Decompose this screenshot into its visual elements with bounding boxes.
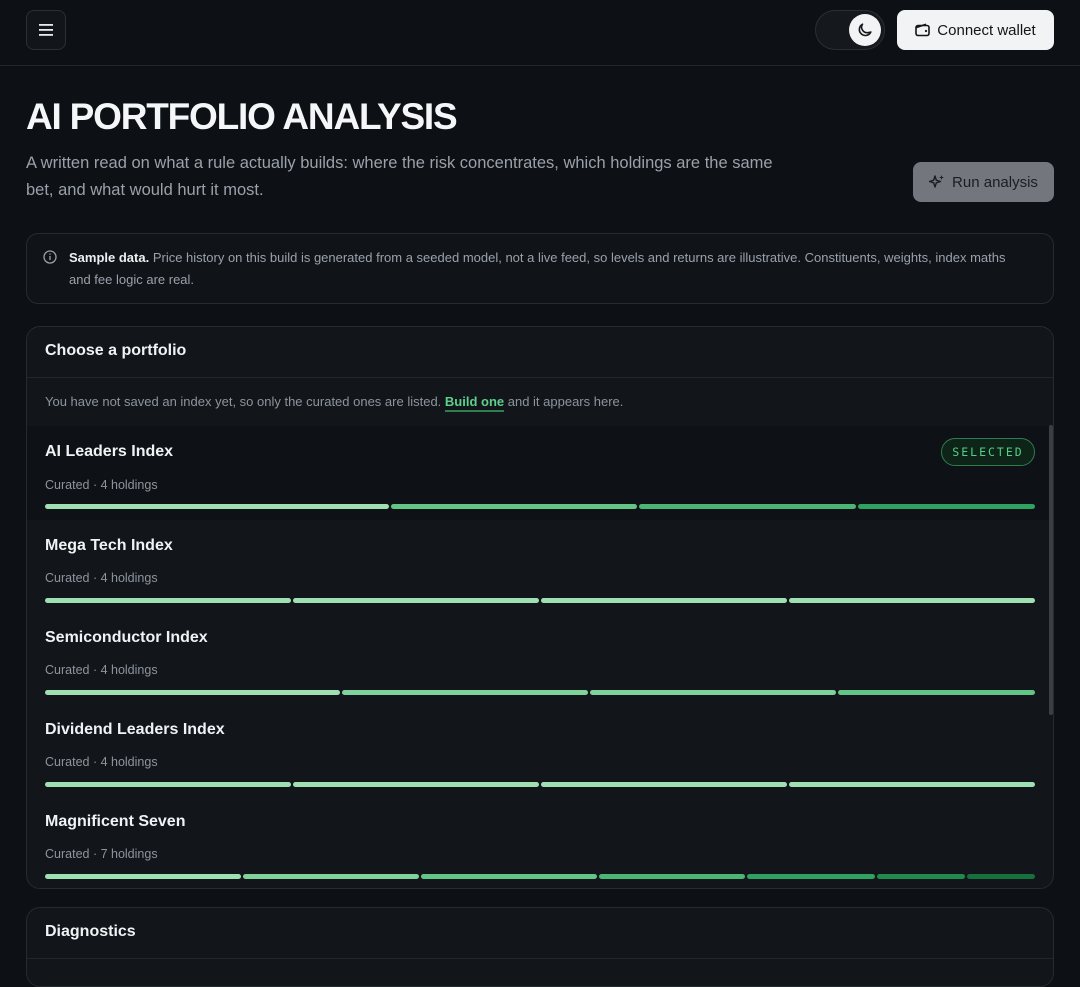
page-subtitle: A written read on what a rule actually b… (26, 154, 773, 199)
portfolio-chooser-card: Choose a portfolio You have not saved an… (26, 326, 1054, 889)
weight-segment (45, 690, 341, 695)
diagnostics-title: Diagnostics (45, 923, 136, 940)
portfolio-name: Semiconductor Index (45, 629, 208, 646)
notice-bold: Sample data. (69, 250, 150, 265)
portfolio-item[interactable]: Semiconductor Index Curated · 4 holdings (27, 612, 1049, 704)
weight-segment (342, 690, 589, 695)
weight-bar (45, 504, 1036, 509)
portfolio-item[interactable]: AI Leaders Index Curated · 4 holdings SELE… (27, 426, 1049, 520)
menu-icon (39, 24, 53, 36)
weight-segment (293, 782, 539, 787)
weight-bar (45, 782, 1035, 787)
portfolio-item[interactable]: Magnificent Seven Curated · 7 holdings (27, 796, 1049, 888)
run-analysis-label: Run analysis (952, 173, 1038, 191)
weight-segment (747, 874, 875, 879)
weight-segment (45, 504, 390, 509)
theme-toggle[interactable] (815, 10, 885, 50)
theme-knob (849, 14, 881, 46)
weight-segment (598, 874, 746, 879)
diagnostics-card: Diagnostics (26, 907, 1054, 987)
chooser-note-before: You have not saved an index yet, so only… (45, 394, 445, 409)
weight-segment (293, 598, 539, 603)
chooser-title: Choose a portfolio (27, 327, 1053, 378)
chooser-note-after: and it appears here. (504, 394, 624, 409)
portfolio-name: Mega Tech Index (45, 537, 173, 554)
notice-body: Price history on this build is generated… (69, 250, 1006, 287)
portfolio-meta: Curated · 4 holdings (45, 571, 158, 585)
portfolio-item[interactable]: Dividend Leaders Index Curated · 4 holdin… (27, 704, 1049, 796)
selected-badge: SELECTED (941, 438, 1035, 466)
diagnostics-divider (27, 958, 1053, 959)
weight-segment (541, 598, 787, 603)
portfolio-name: AI Leaders Index (45, 443, 174, 460)
weight-segment (391, 504, 638, 509)
weight-segment (639, 504, 856, 509)
portfolio-item[interactable]: Mega Tech Index Curated · 4 holdings (27, 520, 1049, 612)
weight-segment (420, 874, 597, 879)
page-title: AI PORTFOLIO ANALYSIS (26, 96, 458, 137)
weight-segment (789, 782, 1035, 787)
chooser-note: You have not saved an index yet, so only… (27, 378, 1053, 426)
weight-segment (876, 874, 965, 879)
weight-bar (45, 598, 1035, 603)
connect-wallet-label: Connect wallet (937, 21, 1036, 39)
build-one-link[interactable]: Build one (444, 394, 505, 412)
list-scrollbar[interactable] (1049, 425, 1053, 715)
sample-data-notice: Sample data. Price history on this build… (26, 233, 1054, 304)
weight-segment (966, 874, 1035, 879)
portfolio-meta: Curated · 4 holdings (45, 478, 158, 492)
info-icon (43, 250, 57, 264)
portfolio-meta: Curated · 4 holdings (45, 755, 158, 769)
weight-segment (242, 874, 419, 879)
moon-icon (858, 23, 872, 37)
weight-segment (789, 598, 1035, 603)
portfolio-meta: Curated · 4 holdings (45, 663, 158, 677)
run-analysis-button[interactable]: Run analysis (913, 162, 1054, 202)
notice-text: Sample data. Price history on this build… (69, 247, 1029, 291)
weight-segment (45, 598, 291, 603)
portfolio-meta: Curated · 7 holdings (45, 847, 158, 861)
weight-segment (590, 690, 837, 695)
wallet-icon (915, 23, 931, 37)
portfolio-name: Dividend Leaders Index (45, 721, 225, 738)
weight-segment (857, 504, 1036, 509)
sparkles-icon (929, 175, 945, 188)
weight-segment (838, 690, 1035, 695)
weight-bar (45, 690, 1035, 695)
portfolio-name: Magnificent Seven (45, 813, 186, 830)
weight-segment (45, 782, 291, 787)
connect-wallet-button[interactable]: Connect wallet (897, 10, 1054, 50)
top-bar: Connect wallet (0, 0, 1080, 66)
weight-bar (45, 874, 1035, 879)
menu-button[interactable] (26, 10, 66, 50)
weight-segment (541, 782, 787, 787)
weight-segment (45, 874, 241, 879)
portfolio-list: AI Leaders Index Curated · 4 holdings SELE… (27, 426, 1049, 888)
